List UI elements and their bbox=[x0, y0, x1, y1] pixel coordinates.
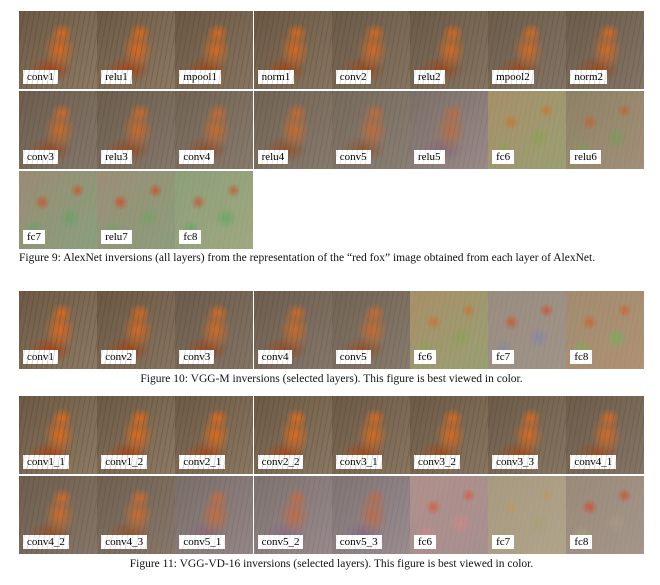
inversion-image: conv5_1 bbox=[175, 476, 254, 554]
inversion-image: conv5 bbox=[331, 291, 410, 369]
inversion-image: fc7 bbox=[488, 291, 567, 369]
layer-label: conv3 bbox=[23, 150, 58, 164]
layer-label: conv5_1 bbox=[179, 535, 226, 549]
inversion-image: relu7 bbox=[97, 171, 176, 249]
inversion-image: relu1 bbox=[97, 11, 176, 89]
inversion-image: relu6 bbox=[566, 91, 645, 169]
inversion-image: conv2 bbox=[331, 11, 410, 89]
inversion-image: relu5 bbox=[409, 91, 488, 169]
layer-label: fc8 bbox=[570, 350, 593, 364]
inversion-image: fc8 bbox=[566, 291, 645, 369]
layer-label: norm1 bbox=[257, 70, 295, 84]
inversion-image: norm1 bbox=[253, 11, 332, 89]
layer-label: fc6 bbox=[413, 350, 436, 364]
layer-label: conv2_1 bbox=[179, 455, 226, 469]
layer-label: conv1_1 bbox=[23, 455, 69, 469]
inversion-image: conv3_1 bbox=[331, 396, 410, 474]
inversion-image: fc6 bbox=[488, 91, 567, 169]
layer-label: conv4 bbox=[257, 350, 293, 364]
layer-label: relu7 bbox=[101, 230, 132, 244]
layer-label: norm2 bbox=[570, 70, 608, 84]
inversion-image: conv5_3 bbox=[331, 476, 410, 554]
layer-label: relu2 bbox=[413, 70, 445, 84]
inversion-image: conv2 bbox=[97, 291, 176, 369]
inversion-image: relu3 bbox=[97, 91, 176, 169]
inversion-image: conv2_2 bbox=[253, 396, 332, 474]
inversion-image: conv4 bbox=[253, 291, 332, 369]
inversion-image: conv3_3 bbox=[488, 396, 567, 474]
inversion-image: norm2 bbox=[566, 11, 645, 89]
inversion-image: conv1_1 bbox=[19, 396, 97, 474]
inversion-image: fc7 bbox=[19, 171, 97, 249]
inversion-image: conv1_2 bbox=[97, 396, 176, 474]
layer-label: conv3_3 bbox=[492, 455, 539, 469]
layer-label: fc8 bbox=[179, 230, 202, 244]
inversion-image: conv3 bbox=[19, 91, 97, 169]
layer-label: mpool1 bbox=[179, 70, 221, 84]
inversion-image: fc6 bbox=[409, 476, 488, 554]
layer-label: relu1 bbox=[101, 70, 132, 84]
inversion-image: fc8 bbox=[566, 476, 645, 554]
layer-label: conv5_3 bbox=[335, 535, 382, 549]
layer-label: fc6 bbox=[413, 535, 436, 549]
layer-label: conv5 bbox=[335, 350, 371, 364]
layer-label: fc6 bbox=[492, 150, 515, 164]
layer-label: conv4_1 bbox=[570, 455, 617, 469]
figure9-caption: Figure 9: AlexNet inversions (all layers… bbox=[19, 252, 596, 264]
layer-label: fc7 bbox=[492, 350, 515, 364]
inversion-image: mpool1 bbox=[175, 11, 254, 89]
inversion-image: conv4 bbox=[175, 91, 254, 169]
inversion-image: relu2 bbox=[409, 11, 488, 89]
layer-label: fc7 bbox=[492, 535, 515, 549]
layer-label: conv3_2 bbox=[413, 455, 460, 469]
layer-label: conv2 bbox=[101, 350, 137, 364]
inversion-image: fc7 bbox=[488, 476, 567, 554]
layer-label: conv2 bbox=[335, 70, 371, 84]
inversion-image: conv4_3 bbox=[97, 476, 176, 554]
inversion-image: fc6 bbox=[409, 291, 488, 369]
figure11-caption: Figure 11: VGG-VD-16 inversions (selecte… bbox=[129, 558, 534, 570]
inversion-image: conv5 bbox=[331, 91, 410, 169]
inversion-image: conv4_1 bbox=[566, 396, 645, 474]
figure10-grid: conv1 conv2 conv3 conv4 conv5 fc6 fc7 fc… bbox=[19, 291, 645, 369]
layer-label: conv4_3 bbox=[101, 535, 148, 549]
layer-label: conv1 bbox=[23, 70, 58, 84]
inversion-image: fc8 bbox=[175, 171, 254, 249]
layer-label: mpool2 bbox=[492, 70, 534, 84]
layer-label: relu6 bbox=[570, 150, 601, 164]
inversion-image: relu4 bbox=[253, 91, 332, 169]
layer-label: conv4 bbox=[179, 150, 215, 164]
inversion-image: mpool2 bbox=[488, 11, 567, 89]
layer-label: relu3 bbox=[101, 150, 132, 164]
layer-label: conv4_2 bbox=[23, 535, 69, 549]
figure11-grid: conv1_1 conv1_2 conv2_1 conv2_2 conv3_1 … bbox=[19, 396, 645, 554]
figure9-grid: conv1 relu1 mpool1 norm1 conv2 relu2 mpo… bbox=[19, 11, 645, 249]
layer-label: conv2_2 bbox=[257, 455, 304, 469]
layer-label: conv3_1 bbox=[335, 455, 382, 469]
layer-label: fc8 bbox=[570, 535, 593, 549]
inversion-image: conv2_1 bbox=[175, 396, 254, 474]
figure10-caption: Figure 10: VGG-M inversions (selected la… bbox=[140, 373, 523, 385]
layer-label: relu5 bbox=[413, 150, 445, 164]
inversion-image: conv3 bbox=[175, 291, 254, 369]
layer-label: conv3 bbox=[179, 350, 215, 364]
inversion-image: conv1 bbox=[19, 11, 97, 89]
inversion-image: conv1 bbox=[19, 291, 97, 369]
inversion-image: conv3_2 bbox=[409, 396, 488, 474]
layer-label: conv1_2 bbox=[101, 455, 148, 469]
inversion-image: conv5_2 bbox=[253, 476, 332, 554]
layer-label: conv5_2 bbox=[257, 535, 304, 549]
layer-label: relu4 bbox=[257, 150, 289, 164]
inversion-image: conv4_2 bbox=[19, 476, 97, 554]
layer-label: fc7 bbox=[23, 230, 46, 244]
layer-label: conv1 bbox=[23, 350, 58, 364]
layer-label: conv5 bbox=[335, 150, 371, 164]
